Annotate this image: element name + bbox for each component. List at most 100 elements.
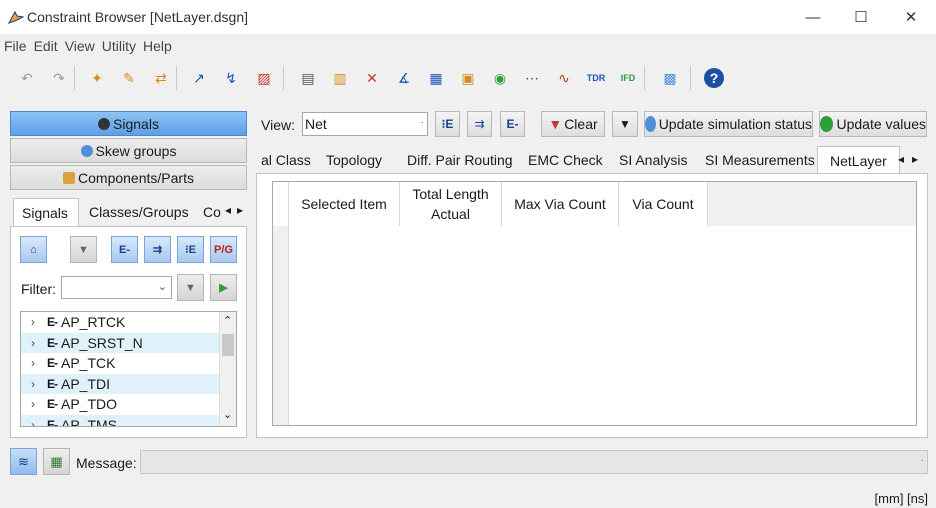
signals-nav-button[interactable]: Signals [10,111,247,136]
redo-button[interactable]: ↷ [47,66,71,90]
column-header-via-count[interactable]: Via Count [619,182,708,226]
power-ground-button[interactable]: P/G [210,236,237,263]
ifd-button[interactable]: IFD [616,66,640,90]
components-nav-button[interactable]: Components/Parts [10,165,247,190]
delete-constraint-button[interactable]: ✕ [360,66,384,90]
signal-list-item[interactable]: › E- AP_TDO [21,394,219,414]
tab-scroll-right[interactable]: ▸ [234,198,246,226]
refresh-net-button[interactable]: ◉ [488,66,512,90]
undo-button[interactable]: ↶ [15,66,39,90]
column-header-max-via-count[interactable]: Max Via Count [502,182,619,226]
sort-filter-button[interactable]: ▼ [612,111,638,137]
tdr-button[interactable]: TDR [584,66,608,90]
signal-list-item[interactable]: › E- AP_TDI [21,373,219,394]
net-view-button[interactable]: E- [500,111,525,137]
column-header-total-length[interactable]: Total Length Actual [400,182,502,226]
tab-emc-check[interactable]: EMC Check [528,146,603,173]
route-check-button[interactable]: ↯ [219,66,243,90]
scroll-down-icon[interactable]: ⌄ [223,408,232,421]
tab-scroll-left[interactable]: ◂ [222,198,234,226]
tab-electrical-class[interactable]: al Class [261,146,311,173]
update-simulation-button[interactable]: Update simulation status [644,111,813,137]
chevron-right-icon[interactable]: › [25,397,41,411]
folder-button[interactable]: ▣ [456,66,480,90]
tdr-icon: TDR [586,73,606,83]
maximize-button[interactable]: ☐ [838,0,884,34]
layer-button[interactable]: ▨ [252,66,276,90]
tab-si-analysis[interactable]: SI Analysis [619,146,687,173]
menu-help[interactable]: Help [139,36,175,58]
scroll-thumb[interactable] [222,334,234,356]
signal-list-item[interactable]: › E- AP_TCK [21,353,219,373]
grid-button[interactable]: ▦ [424,66,448,90]
bus-button[interactable]: ⁝E [177,236,204,263]
diff-view-button[interactable]: ⇉ [467,111,492,137]
tab-netlayer[interactable]: NetLayer [817,146,900,173]
view-combo[interactable]: Net · [302,112,428,136]
route-button[interactable]: ↗ [187,66,211,90]
signal-net-button[interactable]: E- [111,236,138,263]
doc-list-button[interactable]: ▥ [328,66,352,90]
netlayer-table[interactable]: Selected Item Total Length Actual Max Vi… [272,181,917,426]
clear-filter-icon: ▼ [548,116,563,132]
measure-button[interactable]: ∡ [392,66,416,90]
signal-name: AP_TMS [61,416,118,427]
net-add-button[interactable]: ✦ [85,66,109,90]
connection-button[interactable]: ≋ [10,448,37,475]
wifi-icon: ≋ [18,453,29,469]
menu-utility[interactable]: Utility [98,36,139,58]
tab-si-measurements[interactable]: SI Measurements [705,146,815,173]
menu-file[interactable]: File [0,36,30,58]
menu-view[interactable]: View [61,36,98,58]
filter-button[interactable]: ▼ [70,236,97,263]
tab-diff-pair-routing[interactable]: Diff. Pair Routing [407,146,513,173]
column-header-selected-item[interactable]: Selected Item [289,182,400,226]
bus-icon: ⋯ [525,69,539,86]
help-button[interactable]: ? [704,68,724,88]
bus-button[interactable]: ⋯ [520,66,544,90]
filter-combo[interactable]: ⌄ [61,276,172,299]
doc-button[interactable]: ▤ [296,66,320,90]
tab-topology[interactable]: Topology [326,146,382,173]
diff-pair-button[interactable]: ⇉ [144,236,171,263]
bus-view-button[interactable]: ⁝E [435,111,460,137]
tab-scroll-right[interactable]: ▸ [912,146,918,173]
waveform-button[interactable]: ∿ [552,66,576,90]
home-button[interactable]: ⌂ [20,236,47,263]
tab-signals[interactable]: Signals [13,198,79,226]
clear-button[interactable]: ▼ Clear [541,111,605,137]
signal-list-item[interactable]: › E- AP_TMS [21,414,219,427]
undo-icon: ↶ [21,69,33,86]
chevron-right-icon[interactable]: › [25,418,41,427]
bus-icon: ⁝E [185,244,196,256]
skew-groups-nav-button[interactable]: Skew groups [10,138,247,163]
message-field[interactable]: · [140,450,928,474]
menu-edit[interactable]: Edit [30,36,61,58]
signal-list-item[interactable]: › E- AP_SRST_N [21,332,219,353]
apply-filter-button[interactable]: ▼ [177,274,204,301]
chevron-right-icon[interactable]: › [25,377,41,391]
chevron-right-icon[interactable]: › [25,315,41,329]
update-values-button[interactable]: Update values [819,111,927,137]
net-move-button[interactable]: ⇄ [149,66,173,90]
layer-icon: ▨ [257,69,271,86]
net-edit-button[interactable]: ✎ [117,66,141,90]
net-e-icon: E- [47,417,58,427]
chevron-right-icon[interactable]: › [25,336,41,350]
minimize-button[interactable]: — [790,0,836,34]
tab-classes-groups[interactable]: Classes/Groups [81,198,197,226]
signal-tree[interactable]: › E- AP_RTCK › E- AP_SRST_N › E- AP_TCK › E- AP_TDI… [20,311,237,427]
chevron-down-icon: ⌄ [157,281,167,293]
tab-scroll-left[interactable]: ◂ [898,146,904,173]
filter-label: Filter: [21,281,56,297]
tree-scrollbar[interactable]: ⌃ ⌄ [219,312,236,426]
signal-list-item[interactable]: › E- AP_RTCK [21,312,219,332]
run-filter-button[interactable]: ▶ [210,274,237,301]
layout-button[interactable]: ▩ [658,66,682,90]
chevron-right-icon[interactable]: › [25,356,41,370]
chip-button[interactable]: ▦ [43,448,70,475]
play-icon: ▶ [219,282,228,294]
scroll-up-icon[interactable]: ⌃ [223,314,232,327]
components-nav-label: Components/Parts [78,169,194,186]
close-button[interactable]: ✕ [888,0,934,34]
